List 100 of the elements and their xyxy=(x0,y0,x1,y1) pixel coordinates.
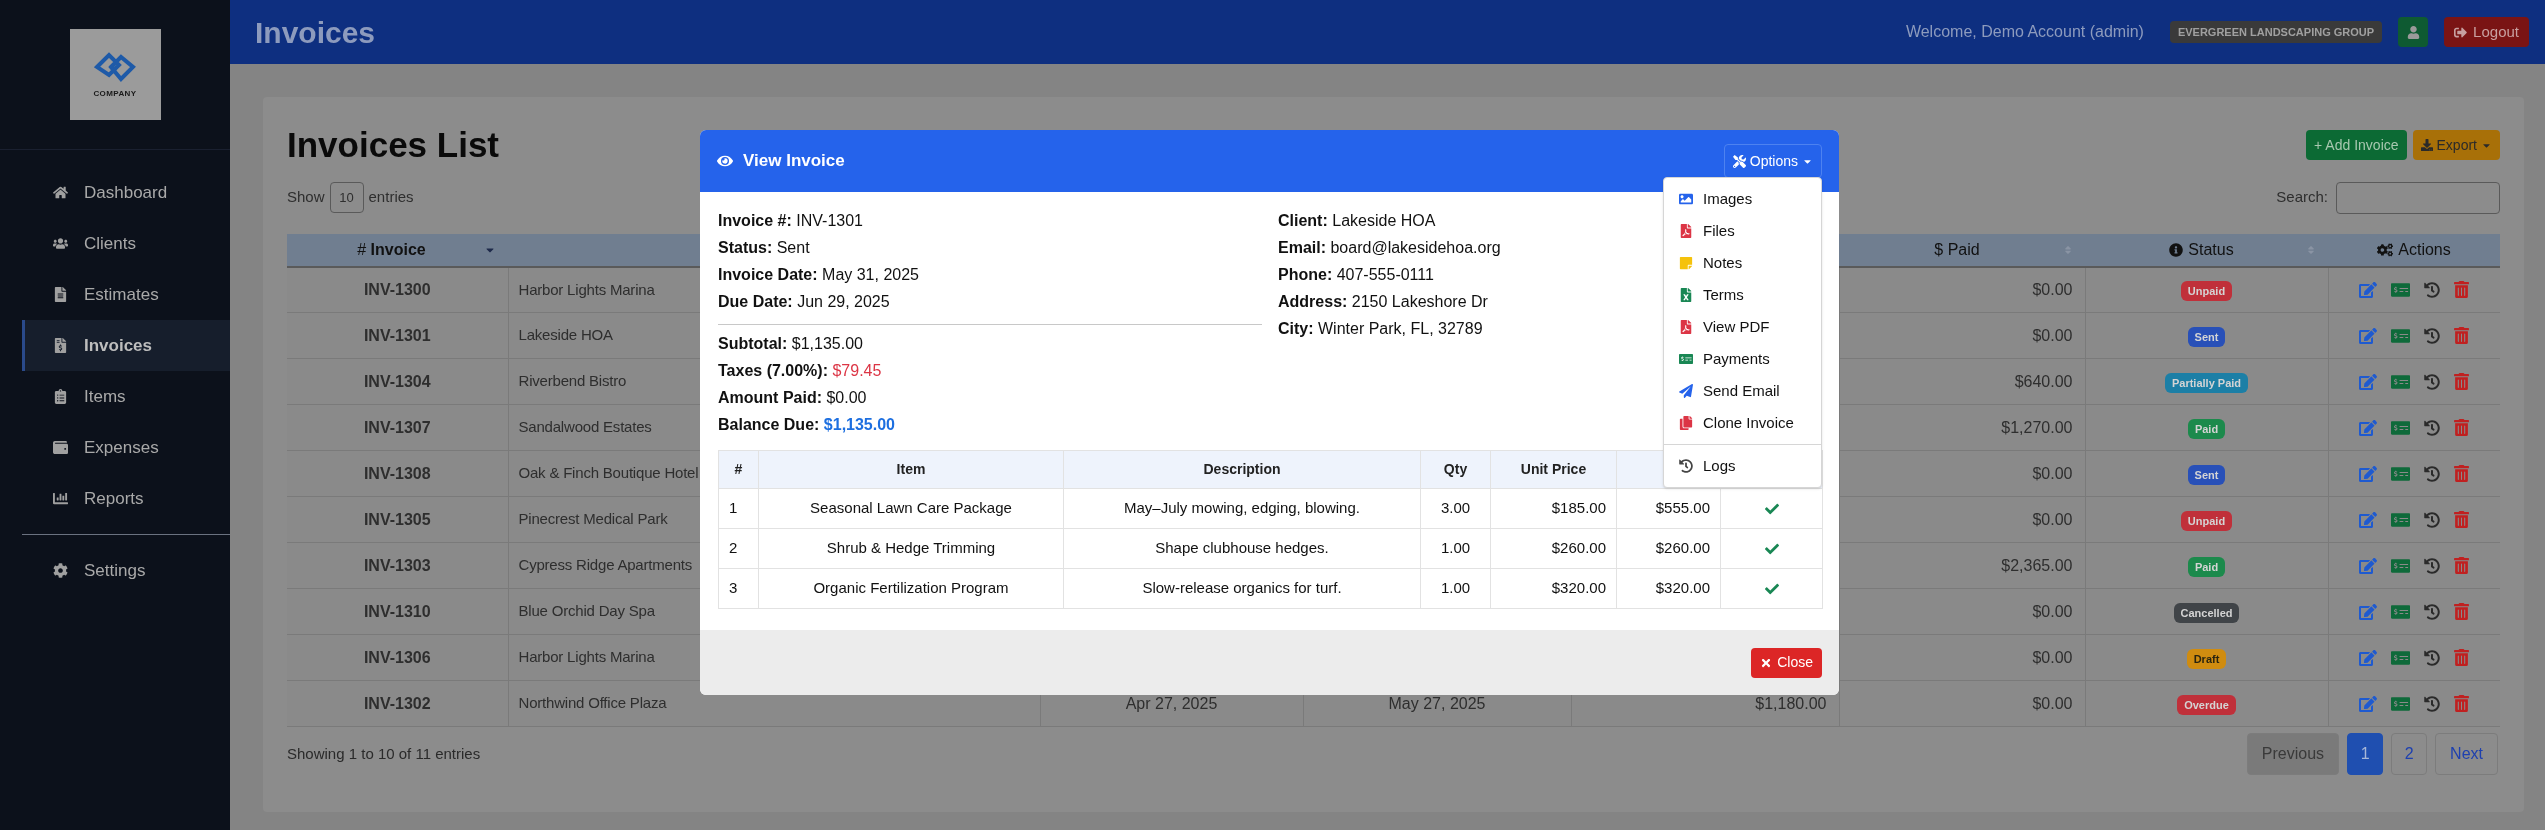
client-name: Cypress Ridge Apartments xyxy=(518,556,693,574)
edit-icon[interactable] xyxy=(2359,556,2378,575)
history-icon[interactable] xyxy=(2424,281,2441,298)
entries-summary: Showing 1 to 10 of 11 entries xyxy=(287,743,481,764)
entries-select[interactable]: 10 xyxy=(329,182,364,213)
trash-icon[interactable] xyxy=(2454,327,2470,344)
money-check-icon[interactable] xyxy=(2391,557,2411,574)
column-header: # xyxy=(734,461,743,477)
paid-amount: $640.00 xyxy=(2014,372,2073,390)
item-quantity: 3.00 xyxy=(1440,499,1471,517)
money-check-icon[interactable] xyxy=(2391,327,2411,344)
column-header: Actions xyxy=(2398,239,2451,260)
add-invoice-button[interactable]: + Add Invoice xyxy=(2306,130,2407,161)
sidebar-item[interactable]: Dashboard xyxy=(22,167,230,218)
menu-item[interactable]: Send Email xyxy=(1664,375,1821,407)
client-name: Harbor Lights Marina xyxy=(518,648,655,666)
money-check-icon[interactable] xyxy=(2391,281,2411,298)
sidebar-item[interactable]: Clients xyxy=(22,218,230,269)
edit-icon[interactable] xyxy=(2359,510,2378,529)
history-icon[interactable] xyxy=(2424,603,2441,620)
detail-line: Email: board@lakesidehoa.org xyxy=(1278,238,1501,258)
profile-button[interactable] xyxy=(2398,17,2429,47)
edit-icon[interactable] xyxy=(2359,694,2378,713)
detail-line: Client: Lakeside HOA xyxy=(1278,211,1437,231)
paid-amount: $0.00 xyxy=(2032,602,2073,620)
menu-item[interactable]: Clone Invoice xyxy=(1664,407,1821,439)
menu-item[interactable]: Payments xyxy=(1664,343,1821,375)
trash-icon[interactable] xyxy=(2454,557,2470,574)
invoice-number: INV-1300 xyxy=(363,280,431,298)
edit-icon[interactable] xyxy=(2359,602,2378,621)
history-icon[interactable] xyxy=(2424,419,2441,436)
edit-icon[interactable] xyxy=(2359,464,2378,483)
issue-date: Apr 27, 2025 xyxy=(1125,694,1218,712)
edit-icon[interactable] xyxy=(2359,326,2378,345)
edit-icon[interactable] xyxy=(2359,280,2378,299)
line-total: $555.00 xyxy=(1655,499,1710,517)
trash-icon[interactable] xyxy=(2454,695,2470,712)
sidebar-item[interactable]: Items xyxy=(22,371,230,422)
column-header[interactable]: $ Paid xyxy=(1934,237,1980,262)
sidebar-item[interactable]: Expenses xyxy=(22,422,230,473)
menu-item[interactable]: Files xyxy=(1664,215,1821,247)
info-icon xyxy=(2169,242,2184,257)
menu-item[interactable]: Terms xyxy=(1664,279,1821,311)
history-icon[interactable] xyxy=(2424,465,2441,482)
trash-icon[interactable] xyxy=(2454,511,2470,528)
edit-icon[interactable] xyxy=(2359,418,2378,437)
history-icon[interactable] xyxy=(2424,327,2441,344)
money-check-icon[interactable] xyxy=(2391,465,2411,482)
trash-icon[interactable] xyxy=(2454,281,2470,299)
trash-icon[interactable] xyxy=(2454,419,2470,436)
sidebar-item[interactable]: Reports xyxy=(22,473,230,524)
logout-button[interactable]: Logout xyxy=(2444,17,2529,47)
money-check-icon[interactable] xyxy=(2391,511,2411,528)
tools-icon xyxy=(1732,154,1746,168)
client-name: Pinecrest Medical Park xyxy=(518,510,668,528)
trash-icon[interactable] xyxy=(2454,465,2470,482)
user-icon xyxy=(2406,25,2420,39)
trash-icon[interactable] xyxy=(2454,649,2470,666)
invoice-number: INV-1310 xyxy=(363,602,431,620)
client-name: Sandalwood Estates xyxy=(518,418,652,436)
trash-icon[interactable] xyxy=(2454,373,2470,390)
detail-line: Due Date: Jun 29, 2025 xyxy=(718,292,891,312)
history-icon[interactable] xyxy=(2424,649,2441,666)
invoice-number: INV-1303 xyxy=(363,556,431,574)
menu-item[interactable]: Images xyxy=(1664,183,1821,215)
show-label: Show xyxy=(287,187,325,208)
menu-item[interactable]: View PDF xyxy=(1664,311,1821,343)
history-icon[interactable] xyxy=(2424,557,2441,574)
copy-icon xyxy=(1679,416,1693,430)
column-header[interactable]: # Invoice xyxy=(357,237,426,262)
cogs-icon xyxy=(2377,241,2394,258)
menu-item[interactable]: Notes xyxy=(1664,247,1821,279)
unit-price: $185.00 xyxy=(1551,499,1606,517)
sidebar-item[interactable]: Invoices xyxy=(22,320,230,371)
sidebar-item[interactable]: Estimates xyxy=(22,269,230,320)
money-check-icon[interactable] xyxy=(2391,373,2411,390)
search-field[interactable] xyxy=(2336,181,2500,214)
close-button[interactable]: Close xyxy=(1751,647,1822,678)
money-check-icon[interactable] xyxy=(2391,695,2411,712)
item-name: Organic Fertilization Program xyxy=(813,579,1009,597)
sidebar-item[interactable]: Settings xyxy=(22,545,230,596)
column-header: Unit Price xyxy=(1520,461,1587,477)
menu-item[interactable]: Logs xyxy=(1664,450,1821,482)
item-name: Seasonal Lawn Care Package xyxy=(810,499,1012,517)
status-badge: Cancelled xyxy=(2173,602,2240,623)
money-check-icon xyxy=(1679,352,1693,366)
column-header[interactable]: Status xyxy=(2188,237,2234,262)
download-icon xyxy=(2420,139,2433,152)
trash-icon[interactable] xyxy=(2454,603,2470,620)
money-check-icon[interactable] xyxy=(2391,603,2411,620)
money-check-icon[interactable] xyxy=(2391,649,2411,666)
history-icon[interactable] xyxy=(2424,695,2441,712)
page-button[interactable]: 1 xyxy=(2347,733,2384,775)
edit-icon[interactable] xyxy=(2359,372,2378,391)
history-icon[interactable] xyxy=(2424,511,2441,528)
column-header: Description xyxy=(1203,461,1281,477)
edit-icon[interactable] xyxy=(2359,648,2378,667)
item-name: Shrub & Hedge Trimming xyxy=(826,539,996,557)
money-check-icon[interactable] xyxy=(2391,419,2411,436)
history-icon[interactable] xyxy=(2424,373,2441,390)
